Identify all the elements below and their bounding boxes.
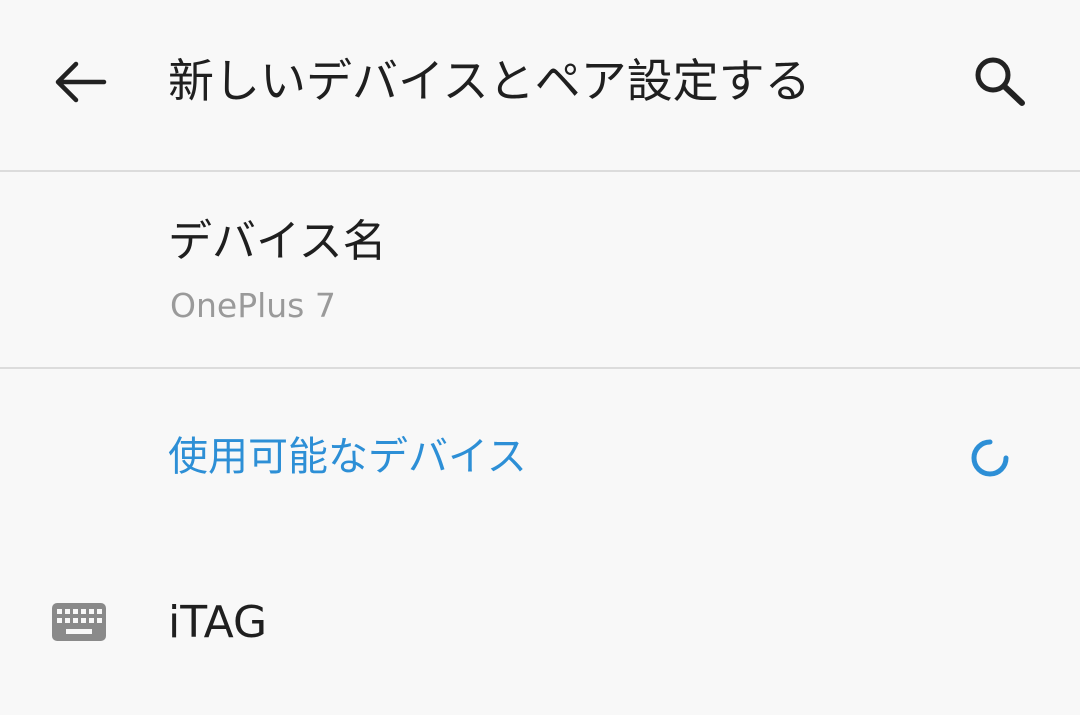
toolbar: 新しいデバイスとペア設定する [0, 0, 1080, 170]
search-button[interactable] [960, 44, 1040, 120]
device-name-title: デバイス名 [168, 216, 387, 267]
page-title: 新しいデバイスとペア設定する [168, 54, 811, 108]
search-icon [975, 57, 1025, 106]
section-divider [0, 367, 1080, 369]
keyboard-icon [52, 603, 106, 641]
arrow-back-icon [55, 61, 107, 103]
device-item-itag[interactable]: iTAG [0, 560, 1080, 690]
loading-spinner-icon [971, 439, 1009, 477]
available-devices-header: 使用可能なデバイス [168, 434, 527, 480]
back-button[interactable] [40, 44, 120, 120]
pair-new-device-screen: 新しいデバイスとペア設定する デバイス名 OnePlus 7 使用可能なデバイス [0, 0, 1080, 715]
device-name-value: OnePlus 7 [170, 286, 336, 325]
device-name-setting[interactable]: デバイス名 OnePlus 7 [0, 172, 1080, 367]
device-item-label: iTAG [168, 597, 268, 648]
